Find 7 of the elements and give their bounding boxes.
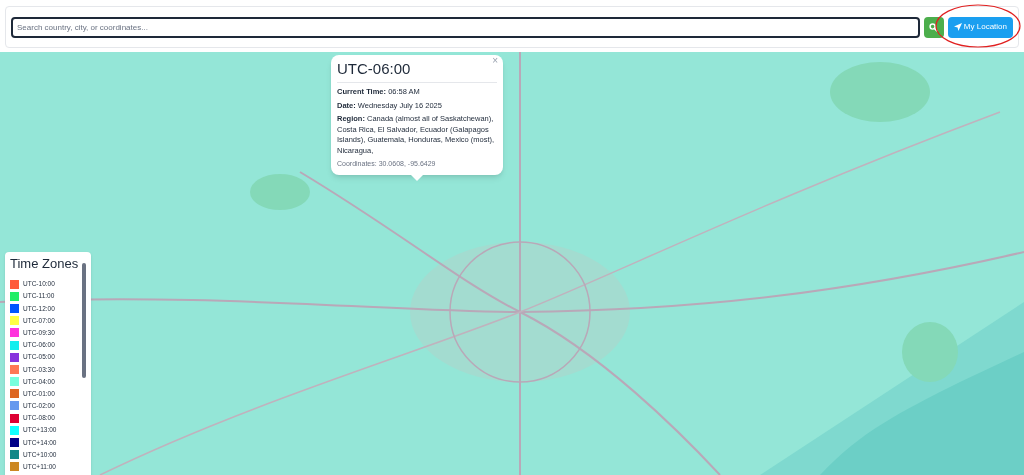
close-button[interactable]: ×: [492, 56, 498, 66]
search-button[interactable]: [923, 16, 944, 38]
legend-title: Time Zones: [10, 255, 80, 273]
my-location-button[interactable]: My Location: [947, 16, 1013, 38]
search-field[interactable]: Search country, city, or coordinates...: [11, 16, 920, 38]
location-arrow-icon: [953, 23, 962, 31]
search-icon: [929, 22, 939, 32]
